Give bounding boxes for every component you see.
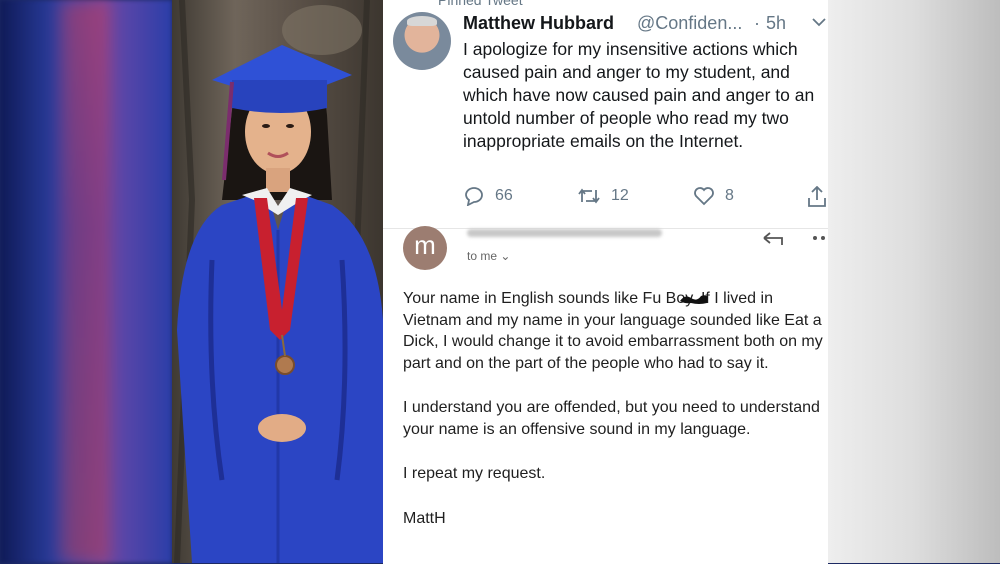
censor-scribble [680,295,708,304]
chevron-down-icon[interactable] [812,14,826,30]
like-icon [694,187,714,206]
like-button[interactable]: 8 [693,186,734,206]
share-icon [808,186,826,207]
reply-icon [465,187,483,206]
pinned-tweet-label: Pinned Tweet [438,0,523,8]
sender-avatar: m [403,226,447,270]
email-paragraph: I understand you are offended, but you n… [403,399,820,438]
author-name[interactable]: Matthew Hubbard [463,13,614,34]
blurred-background-left [0,0,172,563]
separator-dot: · [754,13,760,33]
reply-button[interactable]: 66 [463,186,513,206]
redacted-sender-name [467,229,662,237]
blurred-background-right [828,0,1000,563]
share-button[interactable] [806,186,838,208]
tweet-timestamp[interactable]: 5h [766,13,786,34]
retweet-icon [578,188,600,204]
tweet-text: I apologize for my insensitive actions w… [463,39,815,151]
retweet-button[interactable]: 12 [577,186,629,206]
email-signature: MattH [403,509,446,527]
retweet-count: 12 [611,187,629,204]
email-paragraph: Your name in English sounds like Fu Boy.… [403,290,823,372]
graduate-photo [172,0,383,563]
email-reply-icon[interactable] [762,232,784,251]
like-count: 8 [725,187,734,204]
more-icon[interactable] [812,228,828,246]
author-avatar[interactable] [393,12,451,70]
reply-count: 66 [495,187,513,204]
author-handle[interactable]: @Confiden... [637,13,742,34]
email-body: Your name in English sounds like Fu Boy.… [403,288,831,552]
recipient-label[interactable]: to me ⌄ [467,249,510,263]
email-paragraph: I repeat my request. [403,465,546,482]
